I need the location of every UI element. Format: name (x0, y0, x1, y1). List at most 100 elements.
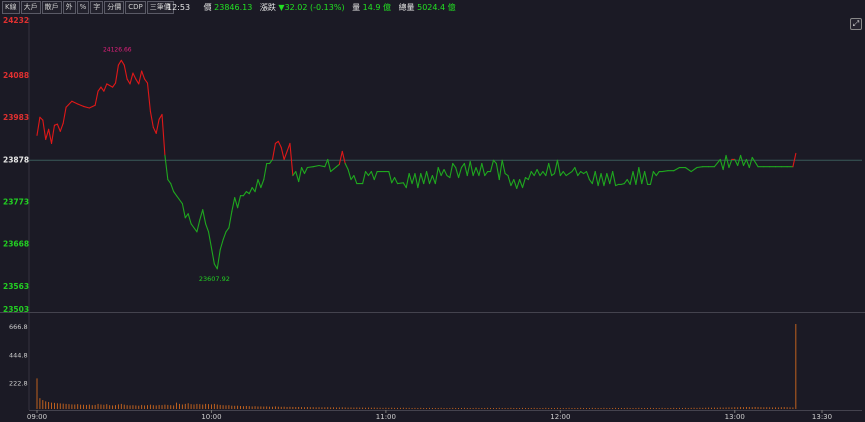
price-line-segment (263, 162, 268, 181)
price-line-segment (405, 172, 410, 189)
low-price-annotation: 23607.92 (199, 275, 230, 283)
price-line-segment (513, 179, 518, 189)
price-line-segment (466, 160, 471, 177)
price-line-segment (173, 191, 178, 197)
price-line-segment (530, 170, 535, 177)
price-line-segment (338, 150, 343, 165)
price-tick-label: 23878 (3, 155, 29, 164)
price-line-segment (295, 170, 300, 183)
price-line-segment (126, 78, 131, 85)
price-line-segment (571, 166, 576, 173)
price-line-segment (600, 172, 605, 187)
price-line-segment (597, 172, 602, 187)
price-line-segment (591, 170, 596, 185)
price-line-segment (370, 170, 375, 181)
intraday-chart: 24232 24088 23983 23878 23773 23668 23563 23503… (0, 16, 865, 421)
price-line-segment (594, 170, 599, 187)
price-line-segment (347, 168, 352, 181)
price-line-segment (501, 159, 506, 175)
price-line-segment (478, 162, 483, 177)
price-line-segment (225, 227, 230, 233)
price-line-segment (396, 182, 404, 185)
time-tick-label: 12:00 (550, 413, 570, 421)
price-line-segment (408, 172, 413, 185)
price-line-segment (222, 231, 227, 241)
price-line-segment (460, 162, 465, 169)
price-line-segment (77, 103, 85, 107)
price-line-segment (414, 172, 419, 189)
price-line-segment (184, 213, 189, 219)
price-line-segment (117, 59, 122, 66)
price-line-segment (635, 166, 640, 185)
price-line-segment (205, 223, 210, 233)
price-line-segment (146, 82, 151, 112)
price-line-segment (684, 166, 692, 173)
price-line-segment (644, 170, 649, 185)
price-line-segment (553, 159, 558, 175)
price-line-segment (475, 166, 480, 177)
price-tick-label: 23503 (3, 305, 29, 314)
high-price-annotation: 24126.66 (103, 46, 132, 53)
price-line-segment (545, 162, 550, 177)
price-line-segment (50, 124, 55, 144)
price-line-segment (655, 170, 660, 177)
price-line-segment (507, 175, 512, 187)
price-line-segment (362, 170, 367, 185)
price-line-segment (216, 249, 221, 270)
price-line-segment (722, 154, 727, 171)
price-line-segment (417, 172, 422, 189)
price-tick-label: 23668 (3, 240, 29, 249)
price-line-segment (271, 142, 276, 161)
price-line-segment (176, 195, 183, 205)
price-line-segment (536, 168, 541, 177)
price-line-segment (388, 170, 393, 184)
price-line-segment (327, 158, 332, 173)
price-line-segment (603, 172, 608, 187)
price-line-segment (521, 177, 526, 189)
price-line-segment (458, 166, 463, 179)
price-line-segment (516, 179, 521, 189)
price-line-segment (725, 154, 730, 169)
price-line-segment (350, 175, 355, 181)
price-line-segment (585, 170, 590, 181)
price-line-segment (574, 166, 579, 177)
price-line-segment (463, 162, 468, 177)
price-line-segment (402, 182, 407, 189)
price-line-segment (132, 72, 137, 80)
price-line-segment (498, 159, 503, 181)
price-line-segment (748, 156, 753, 169)
price-line-segment (341, 150, 346, 165)
price-line-segment (330, 166, 338, 173)
price-line-segment (167, 179, 172, 185)
price-line-segment (556, 159, 561, 177)
price-line-segment (181, 203, 186, 219)
price-line-segment (411, 172, 416, 185)
price-line-segment (367, 170, 372, 177)
price-line-segment (97, 86, 102, 92)
price-line-segment (434, 166, 439, 185)
price-line-segment (94, 90, 99, 106)
price-line-segment (719, 158, 724, 171)
price-line-segment (170, 183, 175, 193)
price-line-segment (219, 239, 224, 251)
price-line-segment (237, 195, 242, 209)
price-line-segment (251, 187, 256, 193)
price-line-segment (629, 170, 634, 185)
price-line-segment (751, 156, 759, 168)
price-line-segment (196, 219, 201, 233)
price-line-segment (164, 154, 169, 181)
price-line-segment (394, 177, 399, 185)
time-tick-label: 13:30 (812, 413, 832, 421)
price-line-segment (71, 100, 79, 105)
price-line-segment (519, 179, 524, 189)
price-line-segment (82, 105, 90, 109)
price-line-segment (210, 247, 215, 265)
price-tick-label: 23773 (3, 197, 29, 206)
price-line-segment (59, 122, 64, 132)
price-line-segment (364, 170, 369, 177)
price-line-segment (202, 209, 207, 225)
price-line-segment (344, 162, 349, 171)
price-line-segment (469, 160, 474, 177)
price-line-segment (661, 170, 669, 173)
price-line-segment (152, 126, 157, 134)
